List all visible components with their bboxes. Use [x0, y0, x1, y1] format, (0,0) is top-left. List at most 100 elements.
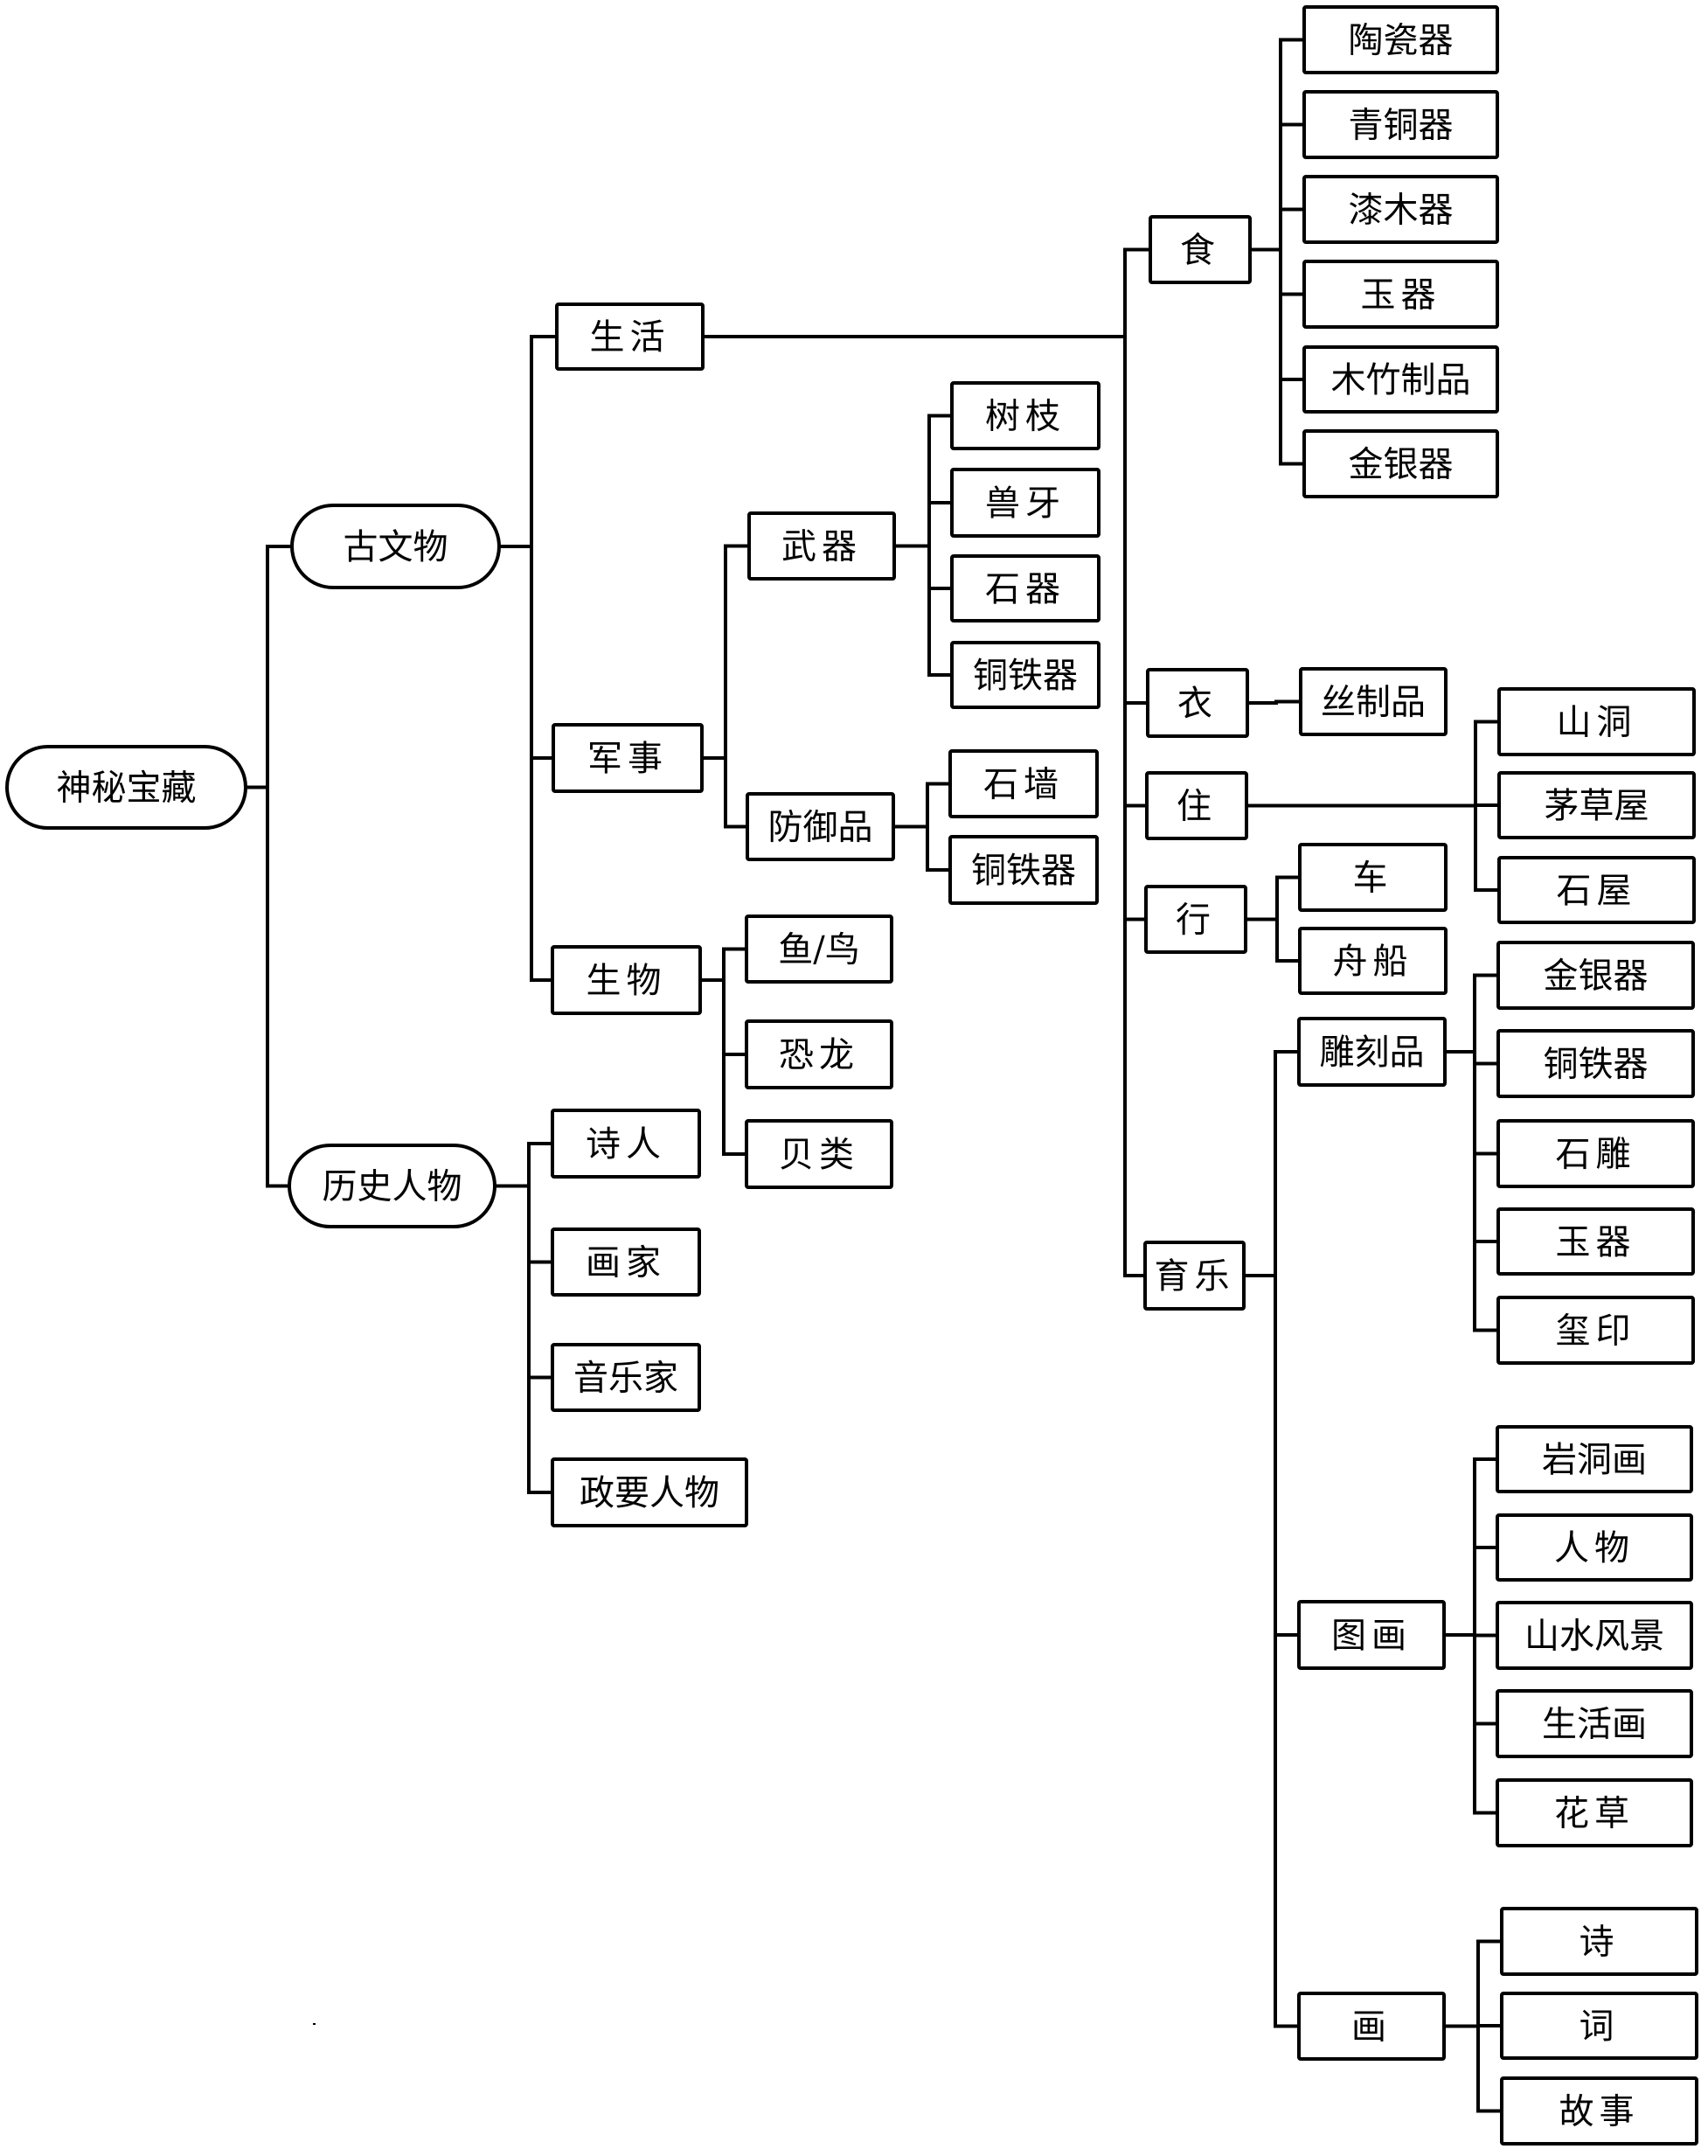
node-label: 鱼/鸟	[778, 930, 859, 970]
node-recreation[interactable]: 育乐	[1143, 1241, 1246, 1311]
node-label: 画家	[586, 1243, 666, 1283]
node-paintings[interactable]: 图画	[1297, 1600, 1446, 1670]
node-historical-figures[interactable]: 历史人物	[288, 1144, 496, 1228]
leaf-node[interactable]: 丝制品	[1299, 667, 1448, 736]
leaf-node[interactable]: 岩洞画	[1496, 1425, 1693, 1493]
leaf-node[interactable]: 舟船	[1298, 927, 1448, 995]
node-label: 金银器	[1349, 445, 1454, 485]
leaf-node[interactable]: 树枝	[950, 381, 1100, 450]
node-label: 玉器	[1556, 1222, 1636, 1262]
leaf-node[interactable]: 花草	[1496, 1778, 1693, 1847]
node-label: 历史人物	[323, 1167, 462, 1207]
node-label: 恐龙	[779, 1035, 859, 1075]
leaf-node[interactable]: 茅草屋	[1497, 771, 1696, 839]
node-label: 青铜器	[1349, 106, 1454, 146]
node-label: 玺印	[1556, 1311, 1636, 1352]
leaf-node[interactable]: 故事	[1500, 2076, 1698, 2146]
node-label: 石器	[985, 569, 1066, 609]
node-daily-life[interactable]: 生活	[555, 303, 705, 371]
leaf-node[interactable]: 车	[1298, 843, 1448, 912]
leaf-node[interactable]: 陶瓷器	[1302, 5, 1499, 74]
node-defense-items[interactable]: 防御品	[746, 792, 895, 861]
leaf-node[interactable]: 木竹制品	[1302, 345, 1499, 414]
leaf-node[interactable]: 铜铁器	[948, 835, 1099, 905]
node-label: 画	[1351, 2007, 1392, 2048]
node-military[interactable]: 军事	[552, 723, 704, 793]
leaf-node[interactable]: 金银器	[1496, 941, 1695, 1010]
node-label: 诗	[1580, 1923, 1620, 1963]
node-label: 木竹制品	[1331, 360, 1471, 400]
leaf-node[interactable]: 音乐家	[551, 1343, 701, 1412]
mind-map-diagram: 神秘宝藏古文物生活食陶瓷器青铜器漆木器玉器木竹制品金银器衣 丝制品住山洞茅草屋石屋…	[5, 5, 1698, 2146]
node-label: 贝类	[779, 1135, 859, 1175]
diagram-nodes: 神秘宝藏古文物生活食陶瓷器青铜器漆木器玉器木竹制品金银器衣 丝制品住山洞茅草屋石屋…	[5, 5, 1698, 2146]
node-creatures[interactable]: 生物	[551, 945, 702, 1015]
leaf-node[interactable]: 山洞	[1497, 687, 1696, 756]
node-clothing[interactable]: 衣	[1146, 668, 1249, 738]
node-ancient-relics[interactable]: 古文物	[290, 504, 501, 589]
node-label: 车	[1353, 859, 1393, 899]
node-label: 漆木器	[1349, 191, 1454, 231]
node-travel[interactable]: 行	[1144, 885, 1247, 954]
leaf-node[interactable]: 人物	[1496, 1513, 1693, 1582]
node-label: 神秘宝藏	[57, 769, 197, 809]
node-label: 岩洞画	[1542, 1440, 1647, 1480]
node-housing[interactable]: 住	[1145, 771, 1248, 840]
leaf-node[interactable]: 石器	[950, 554, 1100, 622]
leaf-node[interactable]: 诗	[1500, 1907, 1698, 1976]
leaf-node[interactable]: 漆木器	[1302, 175, 1499, 244]
node-label: 花草	[1554, 1794, 1635, 1834]
node-label: 兽牙	[985, 483, 1066, 524]
node-label: 行	[1176, 901, 1216, 941]
node-label: 育乐	[1155, 1256, 1235, 1297]
node-label: 生活画	[1542, 1705, 1647, 1745]
node-label: 住	[1177, 787, 1217, 827]
node-label: 玉器	[1361, 275, 1441, 316]
leaf-node[interactable]: 兽牙	[950, 468, 1100, 538]
node-label: 政要人物	[580, 1473, 719, 1513]
leaf-node[interactable]: 鱼/鸟	[745, 915, 893, 984]
node-label: 铜铁器	[1544, 1045, 1649, 1085]
node-label: 铜铁器	[971, 851, 1076, 891]
leaf-node[interactable]: 金银器	[1302, 429, 1499, 498]
node-label: 生物	[587, 961, 667, 1001]
leaf-node[interactable]: 玉器	[1496, 1207, 1695, 1276]
leaf-node[interactable]: 铜铁器	[950, 641, 1100, 709]
leaf-node[interactable]: 生活画	[1496, 1689, 1693, 1758]
leaf-node[interactable]: 诗人	[551, 1109, 701, 1179]
root-node-mysterious-treasure[interactable]: 神秘宝藏	[5, 745, 247, 830]
node-label: 石墙	[983, 765, 1064, 805]
node-carvings[interactable]: 雕刻品	[1297, 1017, 1447, 1087]
leaf-node[interactable]: 铜铁器	[1496, 1029, 1695, 1098]
leaf-node[interactable]: 青铜器	[1302, 90, 1499, 159]
node-label: 树枝	[985, 397, 1066, 437]
node-label: 人物	[1554, 1528, 1635, 1568]
leaf-node[interactable]: 石屋	[1497, 856, 1696, 924]
leaf-node[interactable]: 贝类	[745, 1119, 893, 1189]
node-label: 食	[1180, 231, 1220, 271]
leaf-node[interactable]: 石墙	[948, 749, 1099, 818]
node-label: 石屋	[1557, 871, 1637, 911]
node-drawing[interactable]: 画	[1297, 1992, 1446, 2061]
node-label: 生活	[590, 317, 670, 358]
node-label: 图画	[1331, 1616, 1412, 1656]
node-label: 雕刻品	[1320, 1033, 1425, 1073]
node-food[interactable]: 食	[1149, 215, 1252, 284]
leaf-node[interactable]: 山水风景	[1496, 1601, 1693, 1670]
node-weapons[interactable]: 武器	[747, 511, 896, 581]
scan-speck	[313, 2023, 316, 2025]
leaf-node[interactable]: 词	[1500, 1992, 1698, 2060]
node-label: 故事	[1559, 2092, 1640, 2132]
node-label: 词	[1580, 2006, 1620, 2047]
node-label: 古文物	[344, 527, 448, 567]
node-label: 音乐家	[573, 1359, 678, 1399]
leaf-node[interactable]: 石雕	[1496, 1119, 1695, 1188]
node-label: 金银器	[1544, 956, 1649, 997]
leaf-node[interactable]: 画家	[551, 1228, 701, 1297]
leaf-node[interactable]: 玺印	[1496, 1296, 1695, 1365]
node-label: 石雕	[1556, 1135, 1636, 1175]
node-label: 舟船	[1333, 942, 1413, 982]
leaf-node[interactable]: 政要人物	[551, 1457, 748, 1527]
leaf-node[interactable]: 恐龙	[745, 1019, 893, 1089]
leaf-node[interactable]: 玉器	[1302, 260, 1499, 329]
